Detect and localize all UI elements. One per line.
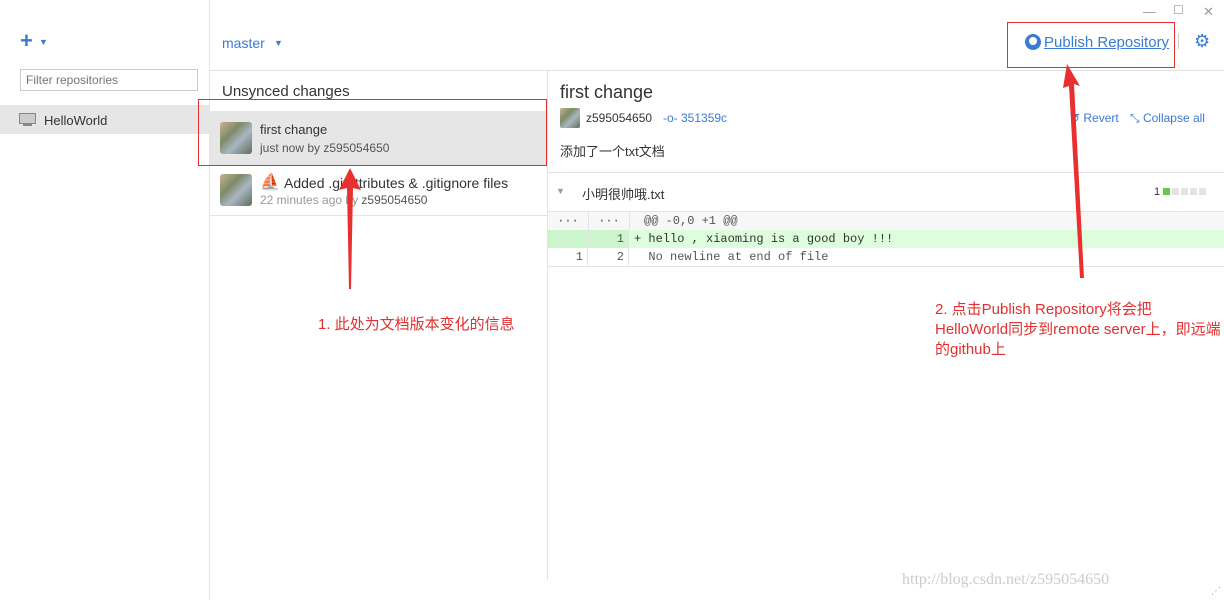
resize-grip-icon[interactable]: ⋰ xyxy=(1211,586,1221,597)
annotation-arrow-1 xyxy=(339,168,361,289)
annotation-arrow-2 xyxy=(1063,64,1084,278)
watermark: http://blog.csdn.net/z595054650 xyxy=(902,571,1110,588)
annotation-note-1: 1. 此处为文档版本变化的信息 xyxy=(318,316,515,333)
annotation-note-2: 2. 点击Publish Repository将会把HelloWorld同步到r… xyxy=(935,301,1221,358)
